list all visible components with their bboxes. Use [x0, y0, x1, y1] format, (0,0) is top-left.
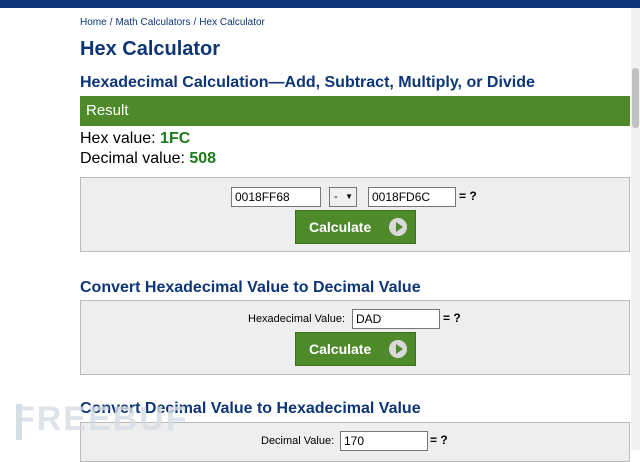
operator-select[interactable]: - ▼ — [329, 187, 357, 207]
calculate-button-label: Calculate — [309, 341, 372, 357]
page-scrollbar[interactable] — [631, 8, 640, 450]
breadcrumb-current: Hex Calculator — [199, 17, 265, 28]
watermark: FREEBUF — [14, 400, 189, 438]
hex-to-decimal-heading: Convert Hexadecimal Value to Decimal Val… — [80, 279, 421, 296]
scrollbar-thumb[interactable] — [632, 68, 639, 128]
hex-calculation-form: - ▼ = ? Calculate — [80, 177, 630, 252]
equals-question: = ? — [459, 189, 477, 203]
play-arrow-icon — [389, 218, 407, 236]
decimal-value-label: Decimal value: — [80, 150, 190, 167]
breadcrumb-math-link[interactable]: Math Calculators — [115, 17, 190, 28]
play-arrow-icon — [389, 340, 407, 358]
hexadecimal-value-input[interactable] — [352, 309, 440, 329]
equals-question: = ? — [430, 433, 448, 447]
top-header-bar — [0, 0, 640, 8]
decimal-value-input[interactable] — [340, 431, 428, 451]
calculate-button-label: Calculate — [309, 219, 372, 235]
equals-question: = ? — [443, 311, 461, 325]
calculate-button[interactable]: Calculate — [295, 332, 416, 366]
operator-selected-value: - — [334, 191, 338, 203]
hex-operand-1-input[interactable] — [231, 187, 321, 207]
breadcrumb-home-link[interactable]: Home — [80, 17, 107, 28]
breadcrumb: Home / Math Calculators / Hex Calculator — [80, 17, 265, 28]
hex-value-output: 1FC — [160, 130, 191, 147]
breadcrumb-separator: / — [193, 17, 197, 28]
result-header: Result — [80, 96, 630, 126]
decimal-value-label: Decimal Value: — [261, 435, 335, 447]
calculate-button[interactable]: Calculate — [295, 210, 416, 244]
page-title: Hex Calculator — [80, 38, 221, 60]
hex-operand-2-input[interactable] — [368, 187, 456, 207]
decimal-value-output: 508 — [189, 150, 217, 167]
hex-value-label: Hex value: — [80, 130, 161, 147]
hex-to-decimal-form: Hexadecimal Value: = ? Calculate — [80, 300, 630, 375]
hex-value-result: Hex value: 1FC — [80, 130, 190, 148]
hex-calculation-heading: Hexadecimal Calculation—Add, Subtract, M… — [80, 74, 535, 91]
chevron-down-icon: ▼ — [345, 192, 353, 201]
hexadecimal-value-label: Hexadecimal Value: — [248, 313, 346, 325]
decimal-value-result: Decimal value: 508 — [80, 150, 216, 168]
breadcrumb-separator: / — [109, 17, 113, 28]
